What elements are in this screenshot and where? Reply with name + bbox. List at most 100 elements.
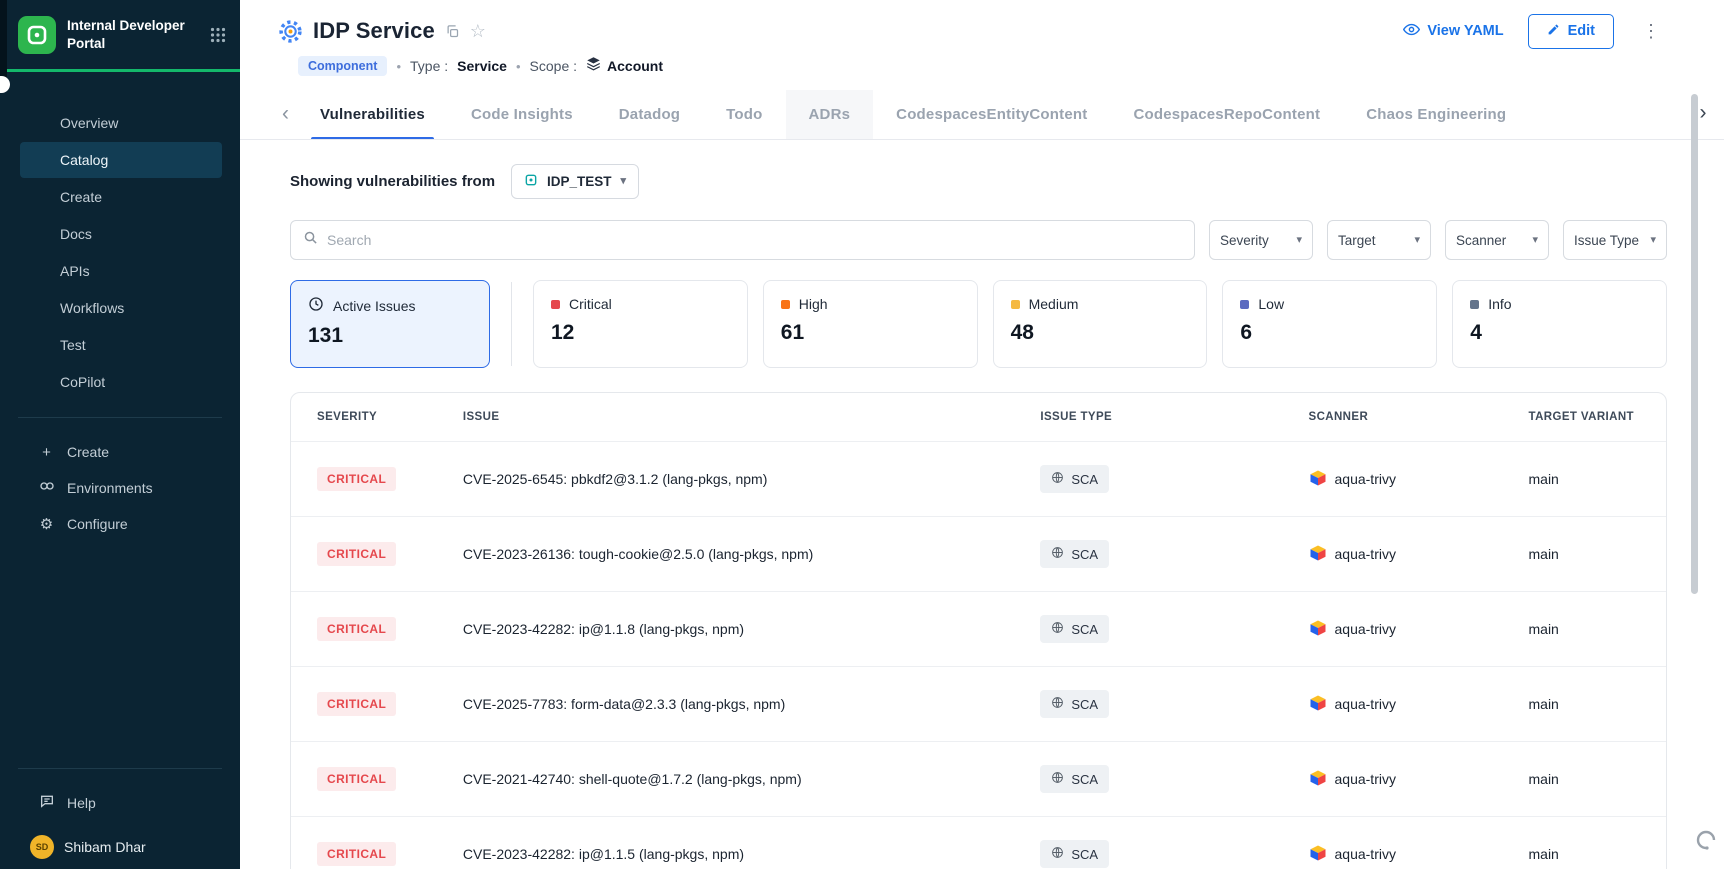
tabs-scroll-left-icon[interactable]: ‹ xyxy=(282,103,297,127)
table-row[interactable]: CRITICAL CVE-2025-6545: pbkdf2@3.1.2 (la… xyxy=(291,441,1666,516)
tab-vulnerabilities[interactable]: Vulnerabilities xyxy=(297,90,448,140)
medium-card[interactable]: Medium 48 xyxy=(993,280,1208,368)
tab-codespaces-entity-content[interactable]: CodespacesEntityContent xyxy=(873,90,1110,140)
issue-type-label: SCA xyxy=(1071,697,1098,712)
severity-badge: CRITICAL xyxy=(317,767,396,791)
issue-type-filter[interactable]: Issue Type ▾ xyxy=(1563,220,1667,260)
low-card[interactable]: Low 6 xyxy=(1222,280,1437,368)
sidebar-action-configure[interactable]: ⚙ Configure xyxy=(0,506,240,542)
scope-label: Scope : xyxy=(530,58,577,74)
tab-adrs[interactable]: ADRs xyxy=(786,90,874,140)
search-icon xyxy=(303,230,318,250)
view-yaml-button[interactable]: View YAML xyxy=(1403,21,1503,42)
info-card[interactable]: Info 4 xyxy=(1452,280,1667,368)
layers-icon xyxy=(586,56,601,76)
view-yaml-label: View YAML xyxy=(1427,23,1503,39)
sidebar-item-apis[interactable]: APIs xyxy=(20,253,222,289)
tab-datadog[interactable]: Datadog xyxy=(596,90,703,140)
avatar: SD xyxy=(30,835,54,859)
more-options-icon[interactable]: ⋮ xyxy=(1638,21,1664,42)
chevron-down-icon: ▾ xyxy=(1296,235,1302,246)
severity-badge: CRITICAL xyxy=(317,842,396,866)
search-input[interactable] xyxy=(327,232,1182,248)
main-area: IDP Service ☆ View YAML xyxy=(240,0,1724,869)
sidebar-item-workflows[interactable]: Workflows xyxy=(20,290,222,326)
copy-icon[interactable] xyxy=(445,24,460,39)
edit-button[interactable]: Edit xyxy=(1528,14,1614,49)
scanner-label: aqua-trivy xyxy=(1335,621,1396,637)
bullet-icon: • xyxy=(516,59,521,74)
trivy-cube-icon xyxy=(1309,619,1327,640)
vulnerabilities-table: SEVERITY ISSUE ISSUE TYPE SCANNER TARGET… xyxy=(290,392,1667,869)
col-header-severity: SEVERITY xyxy=(291,411,463,423)
tabs-scroll-right-icon[interactable]: › xyxy=(1682,90,1724,138)
sidebar-action-environments[interactable]: Environments xyxy=(0,470,240,506)
source-dropdown[interactable]: IDP_TEST ▾ xyxy=(511,164,639,199)
entity-kind-chip[interactable]: Component xyxy=(298,56,387,76)
tab-label: CodespacesRepoContent xyxy=(1133,106,1320,123)
high-card[interactable]: High 61 xyxy=(763,280,978,368)
trivy-cube-icon xyxy=(1309,844,1327,865)
sca-web-icon xyxy=(1051,621,1064,637)
tab-label: Vulnerabilities xyxy=(320,106,425,123)
medium-dot xyxy=(1011,300,1020,309)
scanner-label: aqua-trivy xyxy=(1335,546,1396,562)
table-row[interactable]: CRITICAL CVE-2023-42282: ip@1.1.5 (lang-… xyxy=(291,816,1666,869)
chevron-down-icon: ▾ xyxy=(1414,235,1420,246)
issue-cell: CVE-2023-42282: ip@1.1.5 (lang-pkgs, npm… xyxy=(463,846,1041,862)
issue-type-chip: SCA xyxy=(1040,765,1109,793)
critical-card[interactable]: Critical 12 xyxy=(533,280,748,368)
sidebar-item-overview[interactable]: Overview xyxy=(20,105,222,141)
nav-label: Docs xyxy=(60,226,92,242)
issue-type-label: SCA xyxy=(1071,472,1098,487)
vulnerabilities-panel: Showing vulnerabilities from IDP_TEST ▾ xyxy=(240,140,1724,869)
table-header-row: SEVERITY ISSUE ISSUE TYPE SCANNER TARGET… xyxy=(291,393,1666,441)
environments-icon xyxy=(38,478,55,498)
severity-filter[interactable]: Severity ▾ xyxy=(1209,220,1313,260)
target-filter[interactable]: Target ▾ xyxy=(1327,220,1431,260)
nav-label: CoPilot xyxy=(60,374,105,390)
target-cell: main xyxy=(1529,846,1667,862)
trivy-cube-icon xyxy=(1309,544,1327,565)
nav-label: Catalog xyxy=(60,152,108,168)
tab-chaos-engineering[interactable]: Chaos Engineering xyxy=(1343,90,1529,140)
tab-label: CodespacesEntityContent xyxy=(896,106,1087,123)
tab-todo[interactable]: Todo xyxy=(703,90,785,140)
help-widget-icon[interactable] xyxy=(1694,828,1718,857)
table-row[interactable]: CRITICAL CVE-2025-7783: form-data@2.3.3 … xyxy=(291,666,1666,741)
nav-label: Workflows xyxy=(60,300,124,316)
sidebar-item-docs[interactable]: Docs xyxy=(20,216,222,252)
table-row[interactable]: CRITICAL CVE-2021-42740: shell-quote@1.7… xyxy=(291,741,1666,816)
scanner-filter[interactable]: Scanner ▾ xyxy=(1445,220,1549,260)
target-cell: main xyxy=(1529,471,1667,487)
active-issues-icon xyxy=(308,296,324,315)
high-dot xyxy=(781,300,790,309)
source-icon xyxy=(524,173,538,190)
stat-value: 12 xyxy=(551,321,730,345)
app-logo[interactable] xyxy=(18,16,56,54)
issue-cell: CVE-2023-26136: tough-cookie@2.5.0 (lang… xyxy=(463,546,1041,562)
active-issues-card[interactable]: Active Issues 131 xyxy=(290,280,490,368)
sidebar-item-create[interactable]: Create xyxy=(20,179,222,215)
scanner-label: aqua-trivy xyxy=(1335,471,1396,487)
favorite-star-icon[interactable]: ☆ xyxy=(470,22,486,40)
sidebar-action-create[interactable]: + Create xyxy=(0,434,240,470)
vertical-scrollbar[interactable] xyxy=(1691,94,1698,594)
help-chat-icon xyxy=(38,793,55,813)
user-menu[interactable]: SD Shibam Dhar xyxy=(0,835,240,859)
sca-web-icon xyxy=(1051,546,1064,562)
tab-codespaces-repo-content[interactable]: CodespacesRepoContent xyxy=(1110,90,1343,140)
apps-grid-icon[interactable] xyxy=(210,27,226,43)
table-row[interactable]: CRITICAL CVE-2023-42282: ip@1.1.8 (lang-… xyxy=(291,591,1666,666)
nav-label: Overview xyxy=(60,115,118,131)
col-header-issue: ISSUE xyxy=(463,411,1041,423)
sidebar-item-test[interactable]: Test xyxy=(20,327,222,363)
sidebar-item-catalog[interactable]: Catalog xyxy=(20,142,222,178)
help-button[interactable]: Help xyxy=(0,785,240,821)
tab-code-insights[interactable]: Code Insights xyxy=(448,90,596,140)
entity-tabbar: ‹ Vulnerabilities Code Insights Datadog … xyxy=(240,90,1724,140)
table-row[interactable]: CRITICAL CVE-2023-26136: tough-cookie@2.… xyxy=(291,516,1666,591)
sidebar-item-copilot[interactable]: CoPilot xyxy=(20,364,222,400)
sca-web-icon xyxy=(1051,771,1064,787)
pencil-icon xyxy=(1547,23,1560,40)
